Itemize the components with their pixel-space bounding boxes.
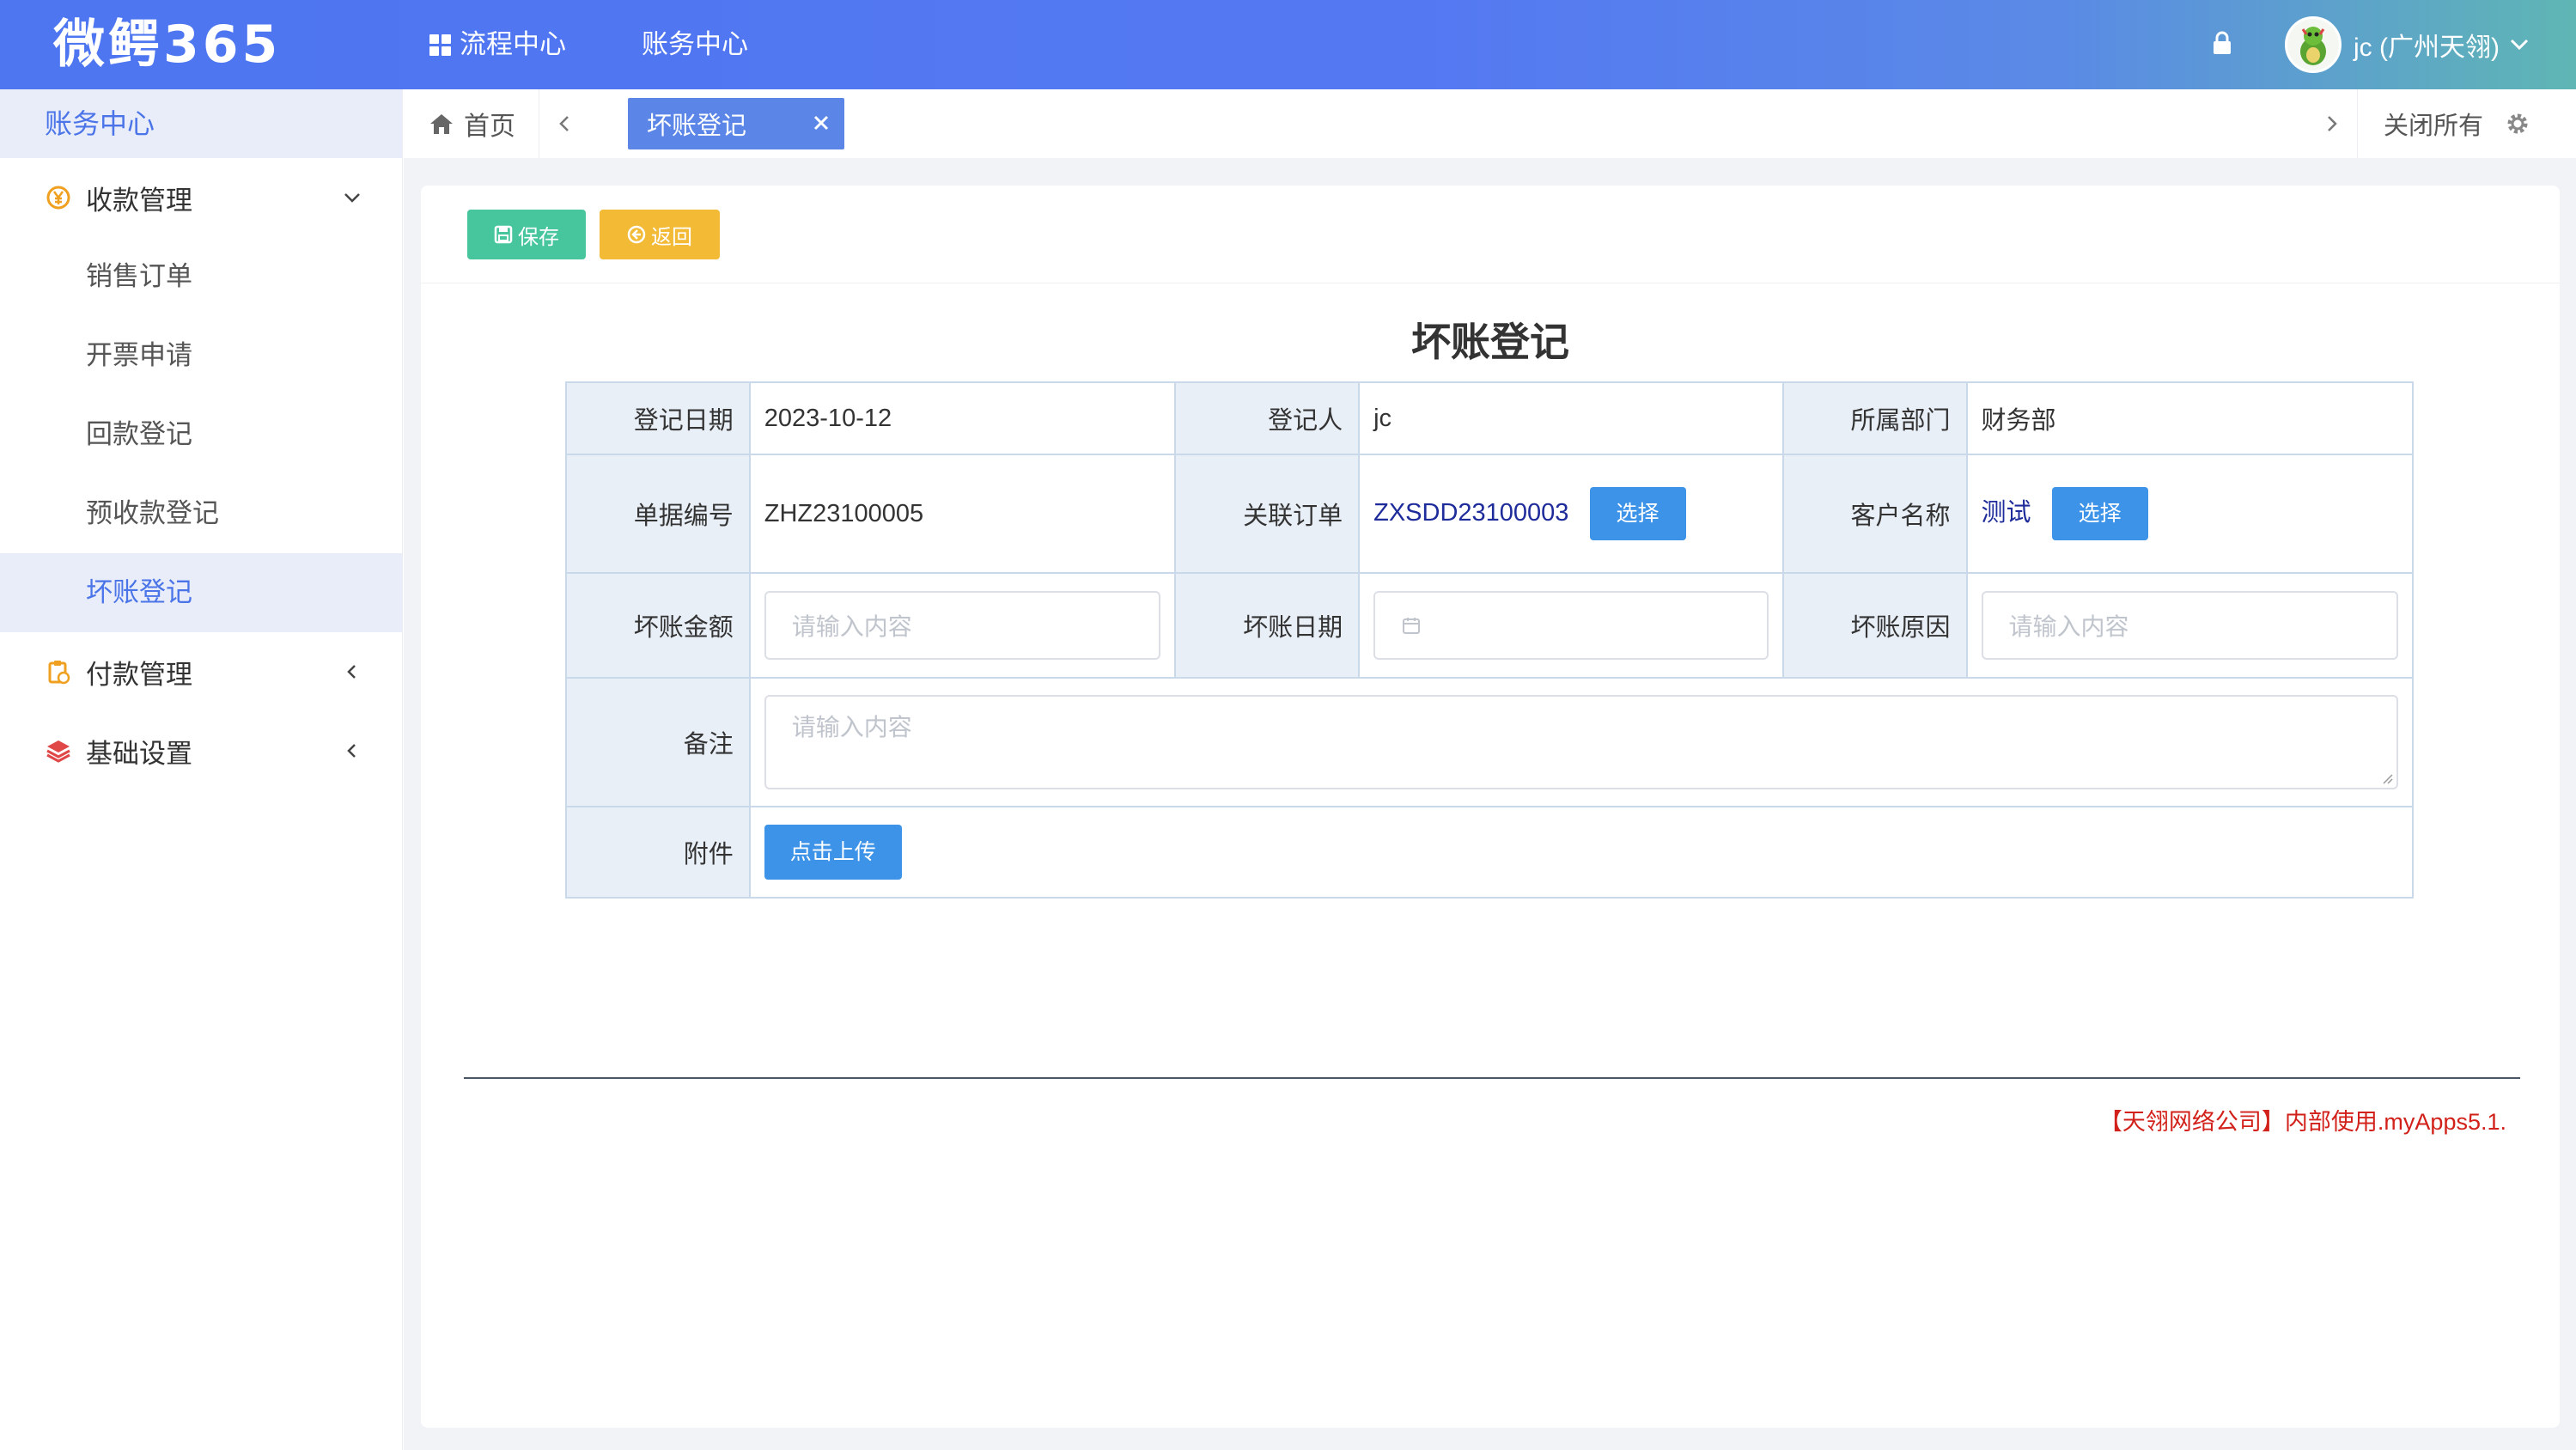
reason-cell: 请输入内容 <box>1965 572 2415 679</box>
remark-label: 备注 <box>565 677 751 807</box>
doc-no-text: ZHZ23100005 <box>764 499 924 527</box>
lock-icon[interactable] <box>2213 31 2232 55</box>
bad-date-cell <box>1358 572 1784 679</box>
footer-note: 【天翎网络公司】内部使用.myApps5.1. <box>2098 1109 2506 1135</box>
grid-icon <box>429 34 451 56</box>
yen-circle-icon <box>46 186 70 210</box>
nav-process-center[interactable]: 流程中心 <box>429 0 566 89</box>
close-all-label: 关闭所有 <box>2384 113 2484 140</box>
sidebar-title: 账务中心 <box>0 89 402 158</box>
save-icon <box>494 225 513 244</box>
save-button[interactable]: 保存 <box>467 210 586 259</box>
tab-home[interactable]: 首页 <box>404 89 539 158</box>
chevron-right-icon[interactable] <box>2321 113 2342 134</box>
tab-bad-debt[interactable]: 坏账登记 <box>628 98 844 149</box>
tab-label: 坏账登记 <box>647 113 747 140</box>
registrant-label: 登记人 <box>1174 381 1361 455</box>
customer-value: 测试 选择 <box>1965 454 2415 574</box>
menu-group-label: 基础设置 <box>86 738 192 769</box>
menu-group-basic-settings[interactable]: 基础设置 <box>0 711 402 790</box>
main-area: 首页 坏账登记 关闭所有 保存 返回 坏账登记 登记日期 2023-10-12 … <box>404 89 2576 1450</box>
reason-label: 坏账原因 <box>1781 572 1968 679</box>
avatar <box>2285 16 2342 73</box>
order-label: 关联订单 <box>1174 454 1361 574</box>
tabs-bar: 首页 坏账登记 关闭所有 <box>404 89 2576 158</box>
chevron-left-icon[interactable] <box>555 113 575 134</box>
customer-label: 客户名称 <box>1781 454 1968 574</box>
amount-placeholder: 请输入内容 <box>791 613 912 640</box>
sidebar: 账务中心 收款管理 销售订单 开票申请 回款登记 预收款登记 坏账登记 付款管理 <box>0 89 403 1450</box>
back-circle-icon <box>627 225 646 244</box>
remark-textarea[interactable]: 请输入内容 <box>764 695 2398 789</box>
chevron-left-icon <box>347 665 356 679</box>
bad-date-input[interactable] <box>1373 591 1769 660</box>
content-card: 保存 返回 坏账登记 登记日期 2023-10-12 登记人 jc 所属部门 财… <box>421 186 2560 1428</box>
dragon-avatar-icon <box>2287 19 2339 70</box>
remark-placeholder: 请输入内容 <box>791 714 912 740</box>
clipboard-icon <box>48 661 70 685</box>
user-menu[interactable]: jc (广州天翎) <box>2285 12 2529 77</box>
chevron-down-icon <box>2510 39 2529 51</box>
gear-icon[interactable] <box>2506 112 2530 136</box>
registrant-text: jc <box>1373 404 1392 432</box>
menu-group-receivables[interactable]: 收款管理 <box>0 158 402 237</box>
form-toolbar: 保存 返回 <box>421 186 2560 283</box>
amount-label: 坏账金额 <box>565 572 751 679</box>
choose-order-button[interactable]: 选择 <box>1589 487 1686 540</box>
registrant-value: jc <box>1358 381 1784 455</box>
close-icon[interactable] <box>812 113 831 132</box>
remark-cell: 请输入内容 <box>748 677 2415 807</box>
tab-label: 首页 <box>464 113 515 141</box>
top-nav: 流程中心 账务中心 <box>429 0 824 89</box>
app-logo[interactable]: 微鳄365 <box>53 12 281 77</box>
save-label: 保存 <box>518 225 559 249</box>
close-all-tabs[interactable]: 关闭所有 <box>2357 89 2576 158</box>
order-value: ZXSDD23100003 选择 <box>1358 454 1784 574</box>
menu-group-payables[interactable]: 付款管理 <box>0 632 402 711</box>
footer-divider <box>464 1077 2520 1079</box>
sidebar-item-sales-order[interactable]: 销售订单 <box>0 237 402 316</box>
customer-link[interactable]: 测试 <box>1982 499 2031 527</box>
reg-date-label: 登记日期 <box>565 381 751 455</box>
upload-button[interactable]: 点击上传 <box>764 825 902 880</box>
reg-date-value: 2023-10-12 <box>748 381 1177 455</box>
bad-date-label: 坏账日期 <box>1174 572 1361 679</box>
sidebar-item-bad-debt[interactable]: 坏账登记 <box>0 553 402 632</box>
calendar-icon <box>1403 618 1421 634</box>
layers-icon <box>46 740 70 763</box>
sidebar-item-invoice-request[interactable]: 开票申请 <box>0 316 402 395</box>
back-button[interactable]: 返回 <box>600 210 720 259</box>
doc-no-value: ZHZ23100005 <box>748 454 1177 574</box>
doc-no-label: 单据编号 <box>565 454 751 574</box>
sidebar-item-advance-receipt[interactable]: 预收款登记 <box>0 474 402 553</box>
reason-input[interactable]: 请输入内容 <box>1981 591 2398 660</box>
top-header: 微鳄365 流程中心 账务中心 jc (广州天翎) <box>0 0 2576 89</box>
nav-label: 流程中心 <box>460 29 566 59</box>
user-name: jc (广州天翎) <box>2354 34 2500 62</box>
reg-date-text: 2023-10-12 <box>764 404 892 432</box>
dept-text: 财务部 <box>1981 407 2056 435</box>
dept-value: 财务部 <box>1965 381 2415 455</box>
attachment-cell: 点击上传 <box>748 806 2415 899</box>
choose-customer-button[interactable]: 选择 <box>2051 487 2148 540</box>
back-label: 返回 <box>651 225 692 249</box>
form-title: 坏账登记 <box>1411 320 1569 364</box>
dept-label: 所属部门 <box>1781 381 1968 455</box>
sidebar-item-payment-received[interactable]: 回款登记 <box>0 395 402 474</box>
amount-cell: 请输入内容 <box>748 572 1177 679</box>
reason-placeholder: 请输入内容 <box>2008 613 2129 640</box>
amount-input[interactable]: 请输入内容 <box>764 591 1161 660</box>
order-link[interactable]: ZXSDD23100003 <box>1373 499 1568 527</box>
menu-group-label: 付款管理 <box>86 659 192 690</box>
attachment-label: 附件 <box>565 806 751 899</box>
bad-debt-form: 登记日期 2023-10-12 登记人 jc 所属部门 财务部 单据编号 ZHZ… <box>565 381 2415 899</box>
resize-handle-icon[interactable] <box>2379 771 2393 784</box>
home-icon <box>430 114 453 134</box>
nav-label: 账务中心 <box>642 29 748 59</box>
nav-finance-center[interactable]: 账务中心 <box>642 0 748 89</box>
chevron-down-icon <box>344 193 360 203</box>
chevron-left-icon <box>347 744 356 758</box>
menu-group-label: 收款管理 <box>86 185 192 216</box>
